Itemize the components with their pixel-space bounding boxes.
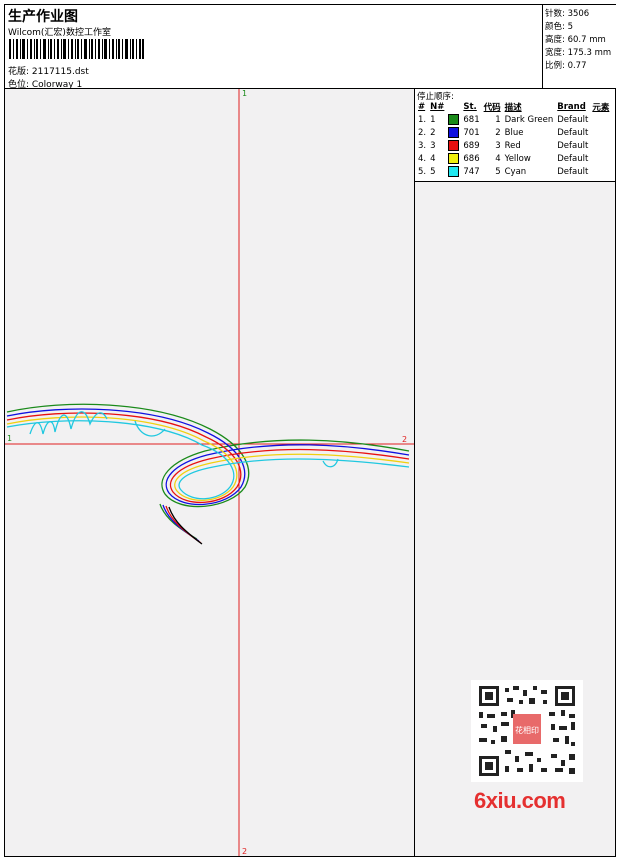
table-row: 2. 2 701 2 Blue Default: [416, 126, 611, 139]
row-index: 5.: [418, 166, 427, 177]
table-row: 1. 1 681 1 Dark Green Default: [416, 113, 611, 126]
row-swatch: [446, 126, 461, 139]
color-swatch: [448, 140, 460, 151]
subtitle: Wilcom(汇宏)数控工作室: [8, 28, 111, 38]
row-code: 1: [495, 114, 501, 125]
row-description: Cyan: [504, 166, 527, 177]
watermark: 6xiu.com: [474, 788, 566, 813]
color-swatch: [448, 166, 460, 177]
design-scale: 比例: 0.77: [545, 61, 587, 71]
design-height: 高度: 60.7 mm: [545, 35, 606, 45]
row-number: 2: [430, 127, 436, 138]
axis-label-right: 2: [402, 435, 407, 444]
row-swatch: [446, 152, 461, 165]
page-title: 生产作业图: [8, 9, 78, 25]
table-header-row: # N# St. 代码 描述 Brand 元素: [416, 101, 611, 113]
row-brand: Default: [557, 114, 589, 125]
row-index: 1.: [418, 114, 427, 125]
row-code: 5: [495, 166, 501, 177]
table-row: 5. 5 747 5 Cyan Default: [416, 165, 611, 178]
seal-stamp-text: 花相印: [515, 725, 539, 735]
design-width: 宽度: 175.3 mm: [545, 48, 612, 58]
row-element: [590, 139, 611, 152]
col-brand: Brand: [557, 102, 586, 112]
row-description: Blue: [504, 127, 524, 138]
stats-panel: 针数: 3506 颜色: 5 高度: 60.7 mm 宽度: 175.3 mm …: [542, 5, 616, 88]
row-description: Yellow: [504, 153, 531, 164]
col-index: #: [418, 102, 426, 112]
row-index: 2.: [418, 127, 427, 138]
row-stitches: 747: [463, 166, 480, 177]
row-stitches: 681: [463, 114, 480, 125]
row-brand: Default: [557, 127, 589, 138]
color-swatch: [448, 153, 460, 164]
row-element: [590, 152, 611, 165]
row-code: 4: [495, 153, 501, 164]
barcode: [9, 39, 144, 59]
table-row: 4. 4 686 4 Yellow Default: [416, 152, 611, 165]
col-description: 描述: [504, 103, 522, 113]
row-brand: Default: [557, 166, 589, 177]
color-swatch: [448, 127, 460, 138]
row-code: 3: [495, 140, 501, 151]
axis-label-bottom: 2: [242, 847, 247, 856]
header: 生产作业图 Wilcom(汇宏)数控工作室 花版: 2117115.dst 色位…: [4, 4, 616, 90]
row-stitches: 701: [463, 127, 480, 138]
col-number: N#: [430, 102, 445, 112]
row-element: [590, 165, 611, 178]
row-number: 4: [430, 153, 436, 164]
row-swatch: [446, 113, 461, 126]
row-index: 3.: [418, 140, 427, 151]
row-stitches: 686: [463, 153, 480, 164]
col-swatch: [446, 101, 461, 113]
row-element: [590, 113, 611, 126]
col-element: 元素: [592, 103, 610, 113]
row-description: Dark Green: [504, 114, 554, 125]
row-swatch: [446, 165, 461, 178]
stop-sequence-table: # N# St. 代码 描述 Brand 元素 1. 1 681 1 Dark …: [416, 101, 611, 178]
axis-label-left: 1: [7, 434, 12, 443]
row-description: Red: [504, 140, 521, 151]
row-swatch: [446, 139, 461, 152]
stop-sequence-table-area: 停止顺序: # N# St. 代码 描述 Brand 元素 1. 1 681 1…: [415, 89, 615, 182]
color-count: 颜色: 5: [545, 22, 573, 32]
row-number: 3: [430, 140, 436, 151]
col-code: 代码: [483, 103, 501, 113]
axis-label-top: 1: [242, 89, 247, 98]
row-brand: Default: [557, 153, 589, 164]
row-element: [590, 126, 611, 139]
design-canvas: 1 1 2 2: [5, 89, 414, 856]
row-stitches: 689: [463, 140, 480, 151]
row-code: 2: [495, 127, 501, 138]
col-stitches: St.: [463, 102, 477, 112]
file-name: 花版: 2117115.dst: [8, 67, 89, 77]
embroidery-preview: 1 1 2 2: [5, 89, 414, 856]
stitch-count: 针数: 3506: [545, 9, 590, 19]
color-swatch: [448, 114, 460, 125]
row-brand: Default: [557, 140, 589, 151]
row-index: 4.: [418, 153, 427, 164]
row-number: 1: [430, 114, 436, 125]
table-row: 3. 3 689 3 Red Default: [416, 139, 611, 152]
qr-code: 花相印: [471, 680, 583, 782]
embroidery-strands: [6, 403, 410, 545]
row-number: 5: [430, 166, 436, 177]
